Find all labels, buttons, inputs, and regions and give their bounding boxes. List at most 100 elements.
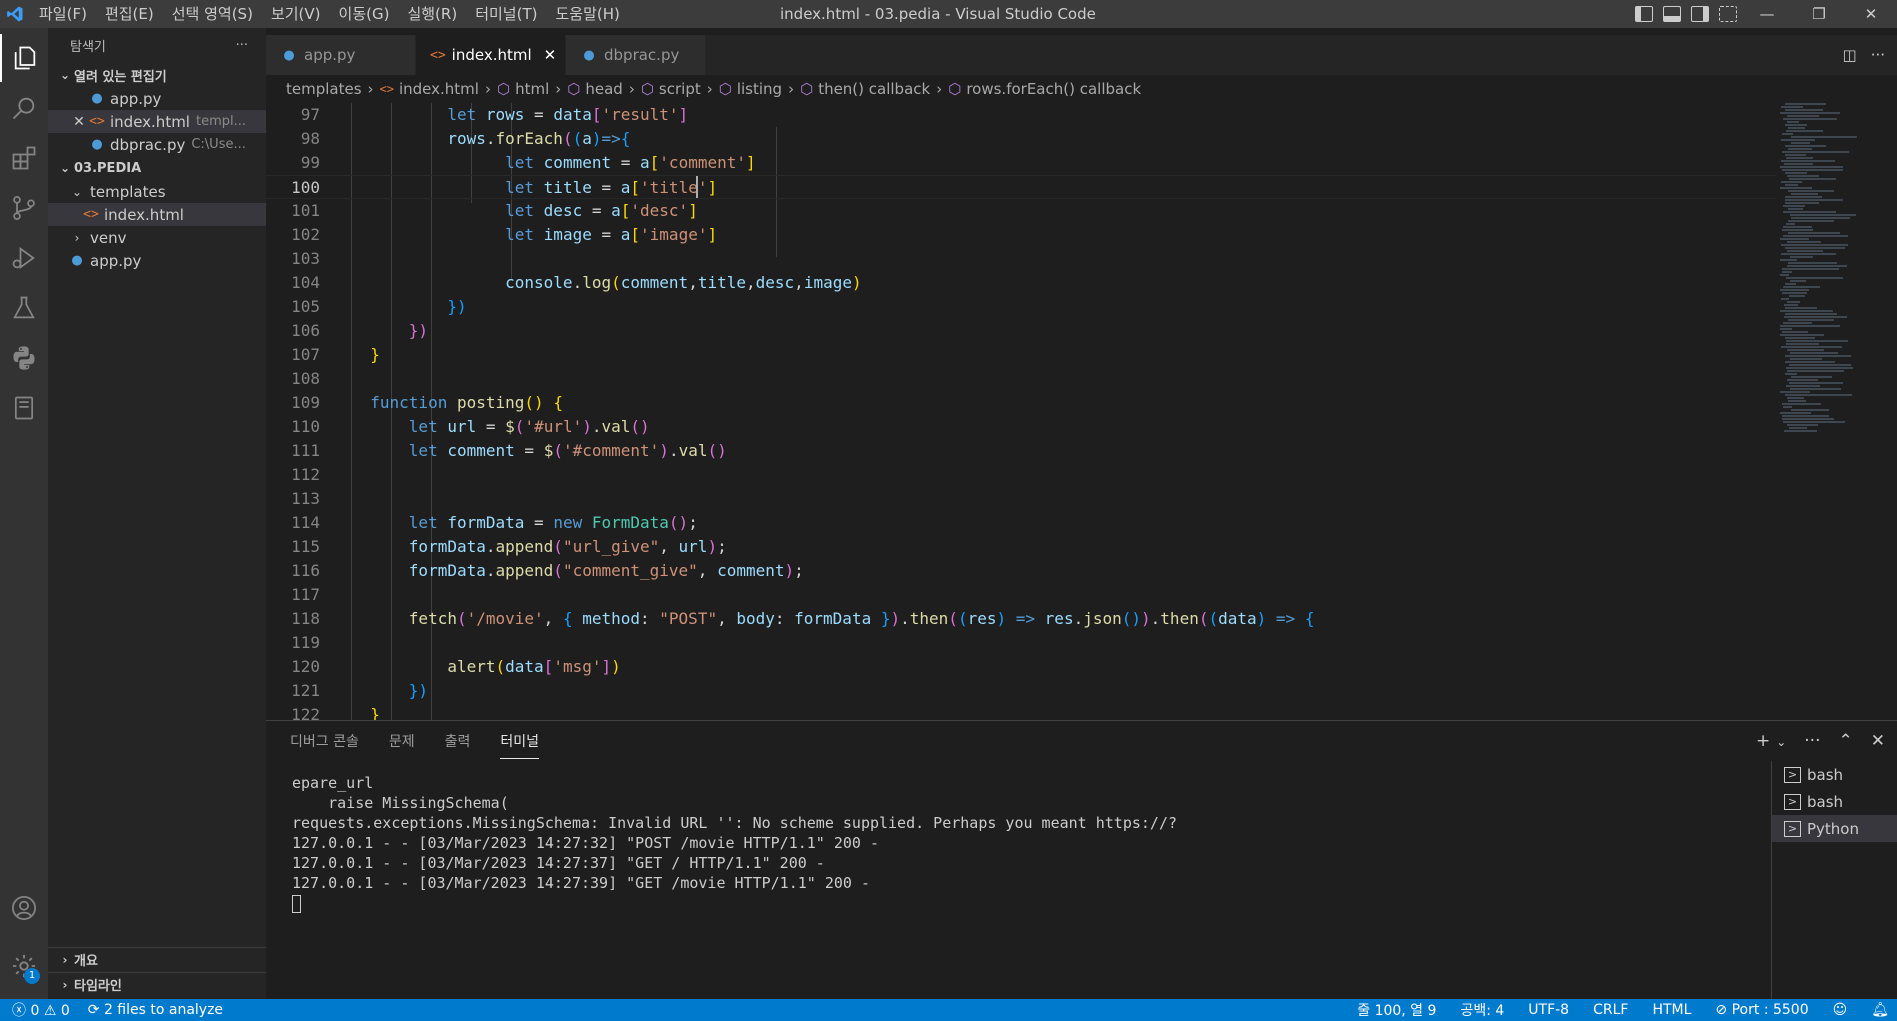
restore-icon[interactable]: ❐ [1793,0,1845,28]
terminal-instance-bash[interactable]: > bash [1772,761,1897,788]
menu-selection[interactable]: 선택 영역(S) [163,0,262,28]
explorer-more-actions[interactable]: ··· [236,38,248,53]
minimap-line [1785,124,1807,126]
terminal-instance-python[interactable]: > Python [1772,815,1897,842]
breadcrumb-item[interactable]: script [659,80,701,98]
toggle-primary-sidebar-icon[interactable] [1635,6,1653,22]
toggle-panel-icon[interactable] [1663,6,1681,22]
tab-app-py[interactable]: ● app.py [266,35,416,75]
tab-index-html[interactable]: <> index.html ✕ [416,35,566,75]
breadcrumb-item[interactable]: listing [737,80,782,98]
toggle-secondary-sidebar-icon[interactable] [1691,6,1709,22]
minimap-line [1787,349,1824,351]
close-icon[interactable]: ✕ [544,46,557,64]
more-actions-icon[interactable]: ··· [1804,731,1820,751]
close-panel-icon[interactable]: ✕ [1871,731,1885,751]
breadcrumb-item[interactable]: then() callback [818,80,930,98]
code-editor[interactable]: 97 let rows = data['result'] 98 rows.for… [266,103,1776,720]
line-number: 111 [291,441,320,460]
tree-file-index-html[interactable]: <> index.html [48,203,266,226]
breadcrumb-item[interactable]: html [515,80,549,98]
tab-dbprac-py[interactable]: ● dbprac.py [566,35,706,75]
split-editor-icon[interactable]: ◫ [1843,46,1857,64]
feedback-icon[interactable]: ☺ [1833,1002,1848,1018]
minimap-line [1783,235,1848,237]
terminal-instance-bash[interactable]: > bash [1772,788,1897,815]
open-editor-label: index.html [110,112,190,131]
menu-help[interactable]: 도움말(H) [546,0,628,28]
folder-section[interactable]: ⌄ 03.PEDIA [48,156,266,180]
open-editor-index-html[interactable]: ✕ <> index.html templ... [48,110,266,133]
chevron-right-icon: › [706,80,713,98]
line-number: 108 [291,369,320,388]
tree-file-app-py[interactable]: ● app.py [48,249,266,272]
breadcrumb-item[interactable]: templates [286,80,362,98]
minimap-line [1781,346,1842,348]
open-editors-section[interactable]: ⌄ 열려 있는 편집기 [48,63,266,87]
open-editor-dbprac-py[interactable]: ● dbprac.py C:\Use... [48,133,266,156]
menu-view[interactable]: 보기(V) [262,0,330,28]
end-of-line[interactable]: CRLF [1593,1002,1628,1018]
python-file-icon: ● [71,253,83,268]
timeline-section[interactable]: › 타임라인 [48,972,266,996]
menu-terminal[interactable]: 터미널(T) [466,0,546,28]
run-debug-icon[interactable] [0,234,48,282]
breadcrumb-item[interactable]: head [585,80,622,98]
open-editor-app-py[interactable]: ● app.py [48,87,266,110]
encoding[interactable]: UTF-8 [1528,1002,1569,1018]
tab-terminal[interactable]: 터미널 [500,731,540,759]
new-terminal-icon[interactable]: + [1756,731,1770,751]
tab-output[interactable]: 출력 [445,731,471,759]
outline-section[interactable]: › 개요 [48,947,266,971]
breadcrumb-item[interactable]: index.html [399,80,479,98]
menu-edit[interactable]: 편집(E) [96,0,163,28]
menu-file[interactable]: 파일(F) [30,0,96,28]
code-text: } [370,705,380,720]
problems-status[interactable]: ⓧ 0 ⚠ 0 [12,1000,70,1020]
customize-layout-icon[interactable] [1719,6,1737,22]
code-line: 116 formData.append("comment_give", comm… [266,559,1776,583]
minimap-line [1788,208,1803,210]
minimize-icon[interactable]: — [1741,0,1793,28]
accounts-icon[interactable] [0,884,48,932]
maximize-panel-icon[interactable]: ⌃ [1839,731,1853,751]
tree-label: index.html [104,205,184,224]
tab-problems[interactable]: 문제 [389,731,415,759]
close-window-icon[interactable]: ✕ [1845,0,1897,28]
minimap[interactable] [1776,103,1897,720]
line-number: 109 [291,393,320,412]
language-mode[interactable]: HTML [1652,1002,1691,1018]
terminal-output[interactable]: epare_url raise MissingSchema(requests.e… [292,773,1177,913]
chevron-down-icon[interactable]: ⌄ [1776,735,1786,751]
python-icon[interactable] [0,334,48,382]
testing-icon[interactable] [0,284,48,332]
more-actions-icon[interactable]: ··· [1871,46,1885,64]
remote-explorer-icon[interactable] [0,384,48,432]
menu-run[interactable]: 실행(R) [398,0,466,28]
analyze-status[interactable]: ⟳ 2 files to analyze [88,1002,223,1018]
cursor-position[interactable]: 줄 100, 열 9 [1357,1000,1436,1020]
tab-debug-console[interactable]: 디버그 콘솔 [290,731,359,759]
indentation[interactable]: 공백: 4 [1460,1000,1504,1020]
code-line: 108 [266,367,1776,391]
tree-folder-templates[interactable]: ⌄ templates [48,180,266,203]
minimap-line [1781,139,1815,141]
source-control-icon[interactable] [0,184,48,232]
tree-folder-venv[interactable]: › venv [48,226,266,249]
breadcrumb-item[interactable]: rows.forEach() callback [966,80,1141,98]
html-file-icon: <> [430,47,446,63]
line-number: 112 [291,465,320,484]
code-line: 103 [266,247,1776,271]
extensions-icon[interactable] [0,134,48,182]
manage-gear-icon[interactable]: 1 [0,942,48,990]
search-icon[interactable] [0,84,48,132]
code-line: 114 let formData = new FormData(); [266,511,1776,535]
menu-go[interactable]: 이동(G) [330,0,399,28]
notifications-bell-icon[interactable]: 🔔︎ [1871,1002,1889,1018]
explorer-icon[interactable] [0,34,48,82]
code-text: let formData = new FormData(); [408,513,698,532]
close-icon[interactable]: ✕ [70,114,88,130]
live-server-status[interactable]: ⊘ Port : 5500 [1715,1002,1808,1018]
minimap-line [1785,199,1843,201]
code-line: 109 function posting() { [266,391,1776,415]
